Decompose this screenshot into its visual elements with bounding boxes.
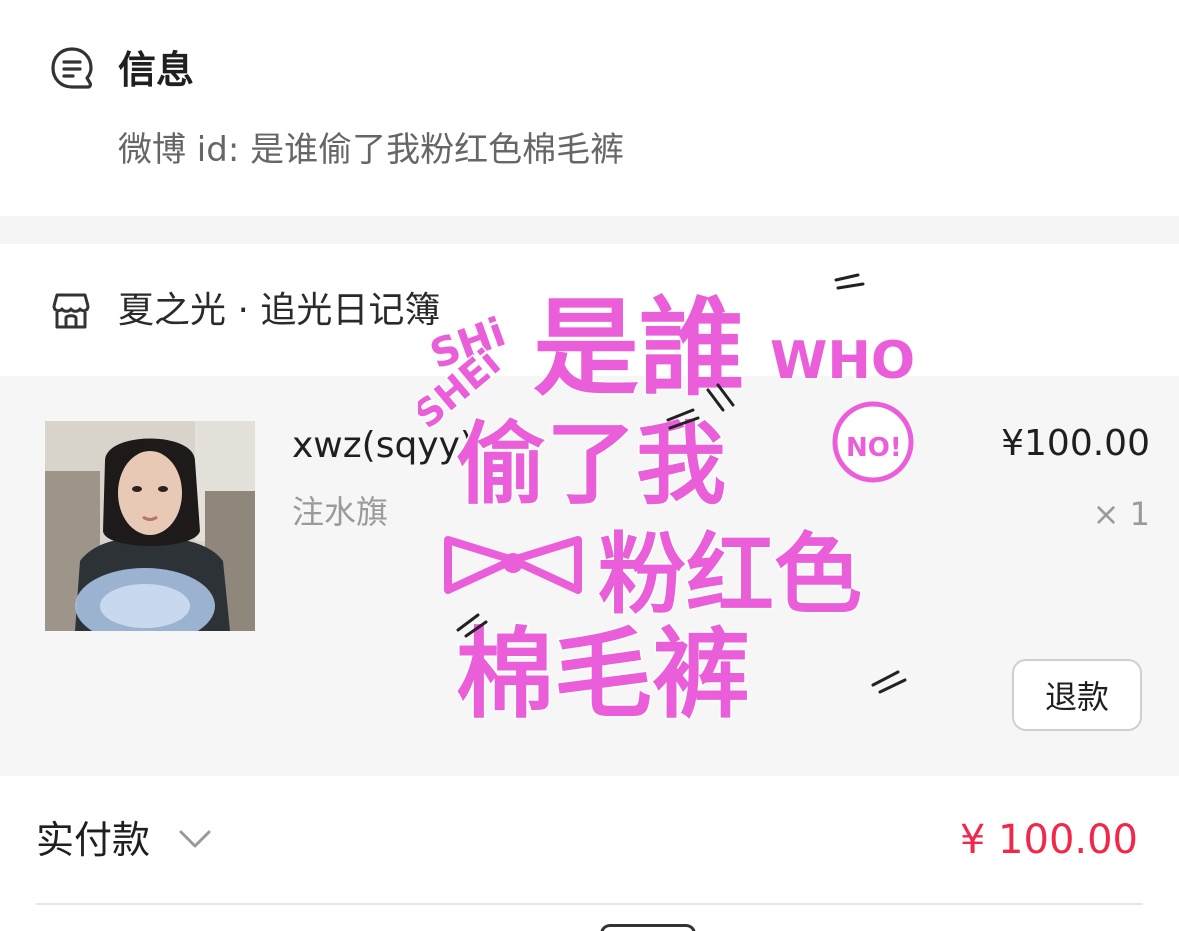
bottom-handle (600, 924, 696, 931)
section-gap (0, 216, 1179, 244)
paid-label[interactable]: 实付款 (36, 814, 150, 866)
paid-amount: ¥ 100.00 (959, 817, 1138, 863)
product-title[interactable]: xwz(sqyy) (292, 420, 474, 472)
quantity: × 1 (1092, 495, 1150, 533)
product-photo (45, 421, 255, 631)
message-icon (51, 47, 93, 89)
chevron-down-icon[interactable] (178, 826, 212, 852)
refund-button[interactable]: 退款 (1012, 659, 1142, 731)
divider (36, 903, 1143, 905)
info-title: 信息 (118, 48, 195, 92)
product-thumbnail[interactable] (45, 421, 255, 631)
product-spec: 注水旗 (292, 493, 389, 531)
info-section (0, 0, 1179, 216)
weibo-id-text: 微博 id: 是谁偷了我粉红色棉毛裤 (118, 130, 625, 170)
unit-price: ¥100.00 (1001, 423, 1150, 464)
store-icon (52, 293, 90, 329)
shop-name[interactable]: 夏之光 · 追光日记簿 (118, 286, 440, 336)
